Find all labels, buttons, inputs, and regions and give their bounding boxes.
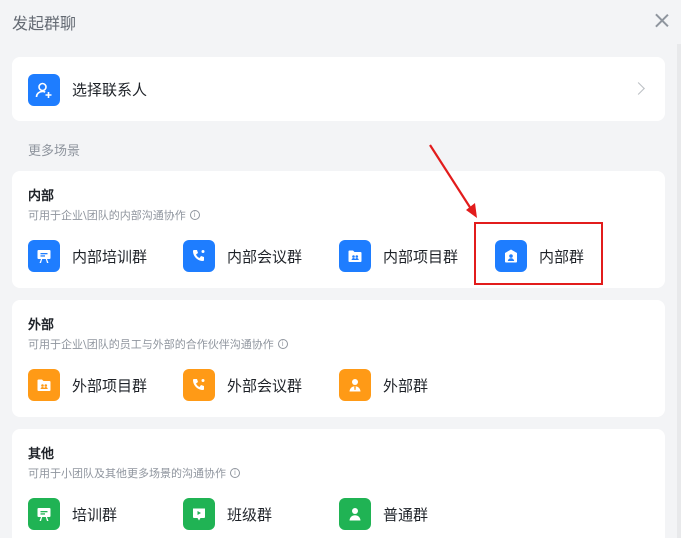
- info-icon[interactable]: i: [230, 468, 240, 478]
- class-icon: [183, 498, 215, 530]
- option-label: 内部会议群: [227, 247, 303, 266]
- section-subtitle: 可用于企业\团队的员工与外部的合作伙伴沟通协作 i: [28, 336, 288, 352]
- option-label: 普通群: [383, 505, 429, 524]
- option-class-group[interactable]: 班级群: [183, 490, 272, 538]
- more-scenes-label: 更多场景: [28, 144, 81, 159]
- section-subtitle: 可用于小团队及其他更多场景的沟通协作 i: [28, 465, 240, 481]
- section-subtitle-text: 可用于企业\团队的内部沟通协作: [28, 209, 186, 222]
- dialog-header: 发起群聊: [0, 0, 681, 44]
- option-internal-group[interactable]: 内部群: [495, 232, 584, 280]
- section-title: 其他: [28, 447, 55, 462]
- section-title: 外部: [28, 318, 55, 333]
- scrollbar[interactable]: [677, 44, 681, 538]
- meeting-icon: [183, 369, 215, 401]
- option-external-group[interactable]: 外部群: [339, 361, 428, 409]
- dialog-title: 发起群聊: [12, 14, 77, 33]
- option-normal-group[interactable]: 普通群: [339, 490, 428, 538]
- external-group-icon: [339, 369, 371, 401]
- select-contacts-button[interactable]: 选择联系人: [12, 57, 665, 121]
- info-icon[interactable]: i: [277, 339, 288, 349]
- option-label: 培训群: [72, 505, 118, 524]
- select-contacts-label: 选择联系人: [72, 81, 148, 99]
- project-folder-icon: [28, 369, 60, 401]
- section-subtitle: 可用于企业\团队的内部沟通协作 i: [28, 207, 200, 223]
- option-label: 外部会议群: [227, 376, 303, 395]
- option-external-meeting-group[interactable]: 外部会议群: [183, 361, 302, 409]
- option-label: 内部群: [539, 247, 585, 266]
- section-subtitle-text: 可用于小团队及其他更多场景的沟通协作: [28, 467, 226, 480]
- section-title: 内部: [28, 189, 55, 204]
- chevron-right-icon: [632, 82, 645, 95]
- person-icon: [339, 498, 371, 530]
- option-label: 外部项目群: [72, 376, 148, 395]
- section-external: 外部 可用于企业\团队的员工与外部的合作伙伴沟通协作 i 外部项目群 外部会议群 …: [12, 300, 665, 417]
- info-icon[interactable]: i: [189, 210, 200, 220]
- training-icon: [28, 498, 60, 530]
- option-training-group[interactable]: 培训群: [28, 490, 117, 538]
- training-icon: [28, 240, 60, 272]
- internal-group-icon: [495, 240, 527, 272]
- option-internal-project-group[interactable]: 内部项目群: [339, 232, 458, 280]
- option-internal-meeting-group[interactable]: 内部会议群: [183, 232, 302, 280]
- meeting-icon: [183, 240, 215, 272]
- option-label: 班级群: [227, 505, 273, 524]
- option-external-project-group[interactable]: 外部项目群: [28, 361, 147, 409]
- section-other: 其他 可用于小团队及其他更多场景的沟通协作 i 培训群 班级群 普通群: [12, 429, 665, 538]
- option-internal-training-group[interactable]: 内部培训群: [28, 232, 147, 280]
- close-icon[interactable]: [655, 13, 669, 27]
- option-label: 内部项目群: [383, 247, 459, 266]
- add-contact-icon: [28, 74, 60, 106]
- option-label: 外部群: [383, 376, 429, 395]
- section-internal: 内部 可用于企业\团队的内部沟通协作 i 内部培训群 内部会议群 内部项目群 内部…: [12, 171, 665, 288]
- project-folder-icon: [339, 240, 371, 272]
- section-subtitle-text: 可用于企业\团队的员工与外部的合作伙伴沟通协作: [28, 338, 274, 351]
- option-label: 内部培训群: [72, 247, 148, 266]
